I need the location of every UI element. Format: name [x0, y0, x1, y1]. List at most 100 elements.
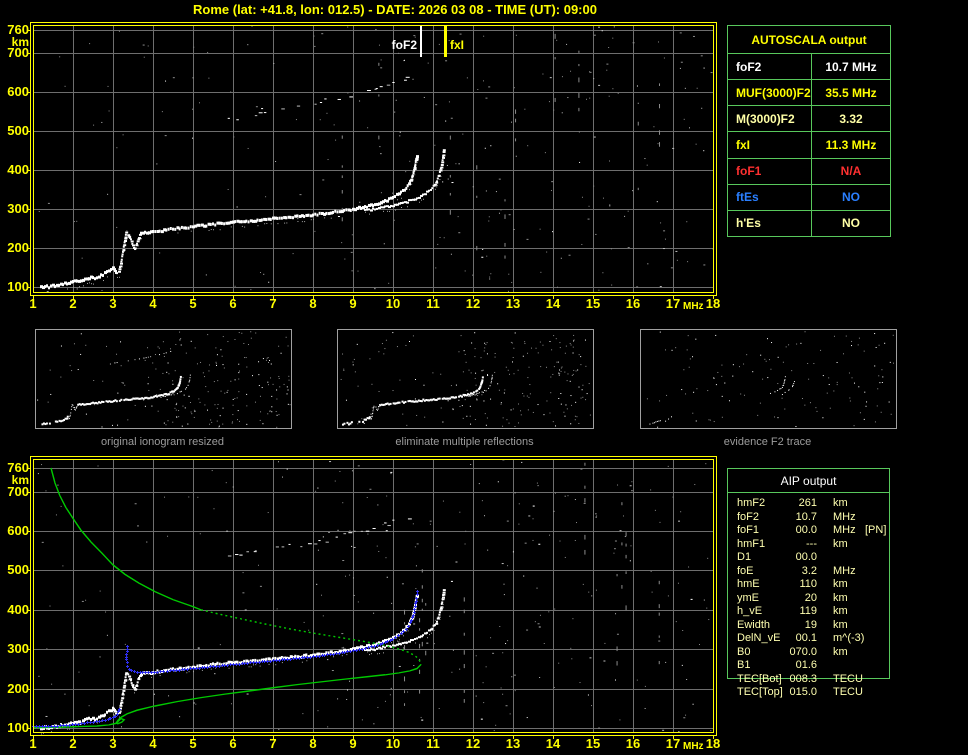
y-tick-label: 700: [7, 45, 29, 61]
x-tick-label: 2: [69, 296, 77, 311]
page-title: Rome (lat: +41.8, lon: 012.5) - DATE: 20…: [193, 2, 597, 17]
autoscala-table-row: foF2 10.7 MHz: [728, 54, 890, 81]
y-tick-label: 500: [7, 123, 29, 139]
parameter-value: N/A: [840, 164, 862, 179]
parameter-value: 008.3: [789, 672, 817, 685]
aip-table-row: h_vE 119 km: [727, 605, 947, 618]
parameter-value: 070.0: [789, 645, 817, 658]
x-tick-label: 8: [309, 736, 317, 751]
y-tick-label: 100: [7, 279, 29, 294]
parameter-name: hmF2: [737, 497, 766, 509]
y-tick-label: 600: [7, 523, 29, 539]
aip-table-row: foF1 00.0 MHz [PN]: [727, 524, 947, 537]
parameter-unit: km: [833, 578, 848, 590]
x-tick-label: 11: [426, 736, 440, 751]
parameter-name: Ewidth: [737, 618, 771, 631]
parameter-value: 10.7 MHz: [825, 59, 877, 74]
fxi-marker-label: fxI: [450, 38, 465, 52]
autoscala-table-row: h'Es NO: [728, 210, 890, 236]
autoscala-table-row: MUF(3000)F2 35.5 MHz: [728, 80, 890, 107]
parameter-name: TEC[Top]: [737, 686, 783, 698]
parameter-value: 10.7: [795, 510, 817, 523]
x-tick-label: 17: [665, 736, 681, 751]
parameter-value: NO: [842, 216, 860, 231]
parameter-value: 00.0: [795, 551, 817, 563]
parameter-value: 3.2: [801, 564, 817, 577]
x-tick-label: 12: [465, 296, 481, 311]
aip-table-row: D1 00.0: [727, 551, 947, 564]
parameter-name: foF2: [737, 510, 760, 523]
y-tick-label: 500: [7, 562, 29, 578]
x-tick-label: 14: [545, 736, 561, 751]
aip-table-row: TEC[Bot] 008.3 TECU: [727, 673, 947, 686]
y-tick-label: 400: [7, 162, 29, 178]
x-tick-label: 1: [29, 736, 37, 751]
thumbnail-original-ionogram: [35, 329, 292, 429]
aip-table-row: hmE 110 km: [727, 578, 947, 591]
x-tick-label: 16: [625, 296, 641, 311]
parameter-unit: MHz: [833, 510, 856, 523]
y-tick-label: 600: [7, 84, 29, 100]
parameter-unit: m^(-3): [833, 632, 865, 644]
parameter-unit: km: [833, 645, 848, 658]
x-tick-label: 4: [149, 736, 157, 751]
y-tick-label: 300: [7, 641, 29, 657]
autoscala-app-window: Rome (lat: +41.8, lon: 012.5) - DATE: 20…: [0, 0, 968, 755]
thumbnail-eliminate-reflections: [337, 329, 594, 429]
y-tick-label: 100: [7, 720, 29, 735]
aip-table-row: hmF1 --- km: [727, 538, 947, 551]
parameter-value: 110: [799, 578, 817, 590]
aip-table-row: foF2 10.7 MHz: [727, 511, 947, 524]
y-tick-label: 200: [7, 240, 29, 256]
parameter-unit: TECU: [833, 672, 863, 685]
parameter-value: 19: [804, 618, 817, 631]
y-tick-label: 700: [7, 483, 29, 499]
parameter-name: foF1: [728, 158, 812, 184]
parameter-value: 35.5 MHz: [825, 85, 877, 100]
parameter-value: NO: [842, 190, 860, 205]
parameter-value: 3.32: [839, 111, 863, 126]
parameter-name: foE: [737, 564, 754, 577]
fof2-marker-label: foF2: [391, 38, 417, 52]
x-tick-label: 7: [269, 736, 277, 751]
x-tick-label: 5: [189, 736, 197, 751]
x-tick-label: 5: [189, 296, 197, 311]
parameter-name: DelN_vE: [737, 632, 781, 644]
parameter-name: hmF1: [737, 537, 766, 550]
parameter-name: hmE: [737, 578, 760, 590]
x-tick-label: 13: [505, 736, 521, 751]
autoscala-table-row: M(3000)F2 3.32: [728, 106, 890, 133]
parameter-value: 119: [799, 605, 817, 617]
x-tick-label: 10: [385, 736, 401, 751]
parameter-name: fxI: [728, 132, 812, 158]
x-tick-label: 6: [229, 736, 237, 751]
autoscala-table-header: AUTOSCALA output: [728, 26, 890, 54]
autoscala-table-row: fxI 11.3 MHz: [728, 132, 890, 159]
x-tick-label: 12: [465, 736, 481, 751]
parameter-unit: km: [833, 605, 848, 617]
x-tick-label: 15: [585, 296, 601, 311]
x-tick-label: 8: [309, 296, 317, 311]
aip-table-row: B1 01.6: [727, 659, 947, 672]
autoscala-output-table: AUTOSCALA output foF2 10.7 MHz MUF(3000)F2…: [727, 25, 891, 237]
top-ionogram-plot: [28, 20, 720, 302]
parameter-name: foF2: [728, 54, 812, 80]
parameter-name: foF1: [737, 524, 760, 536]
parameter-unit: km: [833, 618, 848, 631]
x-tick-label: 18: [705, 296, 721, 311]
parameter-unit: MHz: [833, 524, 856, 536]
x-tick-label: 14: [545, 296, 561, 311]
y-tick-label: 400: [7, 601, 29, 617]
parameter-unit: km: [833, 591, 848, 604]
autoscala-table-row: ftEs NO: [728, 184, 890, 211]
parameter-value: 20: [804, 591, 817, 604]
parameter-unit: MHz: [833, 564, 856, 577]
aip-table-row: TEC[Top] 015.0 TECU: [727, 686, 947, 699]
x-tick-label: 4: [149, 296, 157, 311]
thumbnail-evidence-f2-trace: [640, 329, 897, 429]
parameter-value: 261: [798, 497, 817, 509]
x-tick-label: 17: [665, 296, 681, 311]
parameter-name: MUF(3000)F2: [728, 80, 812, 106]
aip-table-row: foE 3.2 MHz: [727, 565, 947, 578]
x-tick-label: 15: [585, 736, 601, 751]
